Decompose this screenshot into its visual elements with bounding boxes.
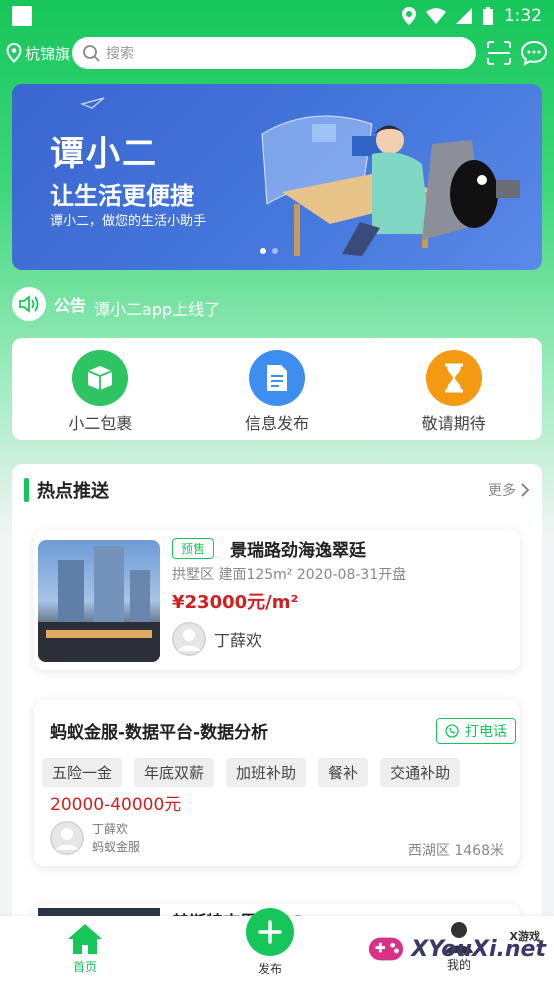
- quick-item-label: 信息发布: [245, 414, 310, 433]
- quick-item-label: 小二包裹: [68, 414, 133, 433]
- avatar: [172, 622, 206, 656]
- benefit-tag: 年底双薪: [134, 758, 215, 787]
- house-info: 拱墅区 建面125m² 2020-08-31开盘: [172, 567, 407, 583]
- hot-title: 热点推送: [37, 481, 109, 502]
- chevron-right-icon: [521, 483, 530, 497]
- tab-publish[interactable]: 发布: [246, 908, 294, 977]
- announcement-label: 公告: [54, 296, 87, 315]
- package-icon: [72, 350, 129, 406]
- notification-icon: [12, 6, 32, 26]
- scan-icon[interactable]: [486, 40, 512, 66]
- title-accent-bar: [24, 478, 29, 502]
- job-location: 西湖区 1468米: [407, 843, 504, 859]
- more-label: 更多: [488, 483, 516, 499]
- house-image: [38, 540, 160, 662]
- company-name: 蚂蚁金服: [92, 840, 141, 854]
- hot-section: 热点推送 更多 预售 景瑞路劲海逸翠廷 拱墅区 建面125m² 2020-08-…: [12, 464, 542, 924]
- location-status-icon: [401, 7, 416, 25]
- status-time: 1:32: [503, 6, 542, 26]
- search-placeholder: 搜索: [106, 46, 134, 62]
- banner-dot[interactable]: [272, 248, 278, 254]
- benefit-tag: 餐补: [318, 758, 369, 787]
- tab-publish-label: 发布: [257, 962, 282, 976]
- header-background: [0, 0, 554, 540]
- house-price: ¥23000元/m²: [172, 592, 299, 613]
- job-poster: 丁薛欢 蚂蚁金服: [50, 820, 140, 856]
- plus-icon: [246, 908, 294, 956]
- quick-item-label: 敬请期待: [421, 414, 486, 433]
- wifi-icon: [425, 8, 446, 24]
- location-pin-icon: [6, 43, 22, 63]
- banner-slogan: 让生活更便捷: [50, 182, 194, 210]
- benefit-tag: 交通补助: [380, 758, 461, 787]
- announcement-bar[interactable]: 公告 谭小二app上线了: [12, 286, 220, 322]
- phone-icon: [445, 724, 459, 738]
- document-icon: [249, 350, 305, 406]
- benefit-tags: 五险一金 年底双薪 加班补助 餐补 交通补助: [42, 758, 520, 787]
- banner-pagination: [260, 248, 278, 254]
- signal-icon: [455, 8, 472, 24]
- benefit-tag: 五险一金: [42, 758, 123, 787]
- watermark: XYouXi.net X游戏: [367, 930, 546, 968]
- promo-banner[interactable]: 谭小二 让生活更便捷 谭小二，做您的生活小助手: [12, 84, 542, 270]
- call-button[interactable]: 打电话: [436, 718, 516, 744]
- banner-title: 谭小二: [50, 134, 158, 174]
- presale-badge: 预售: [172, 538, 215, 559]
- job-title: 蚂蚁金服-数据平台-数据分析: [50, 723, 269, 743]
- quick-item-publish[interactable]: 信息发布: [189, 338, 366, 440]
- watermark-small: X游戏: [509, 930, 540, 943]
- house-name: 景瑞路劲海逸翠廷: [230, 541, 366, 561]
- avatar: [50, 821, 84, 855]
- house-card[interactable]: 预售 景瑞路劲海逸翠廷 拱墅区 建面125m² 2020-08-31开盘 ¥23…: [34, 530, 520, 670]
- announcement-text: 谭小二app上线了: [94, 300, 221, 319]
- house-poster: 丁薛欢: [172, 622, 262, 656]
- benefit-tag: 加班补助: [226, 758, 307, 787]
- banner-subtitle: 谭小二，做您的生活小助手: [50, 214, 207, 229]
- poster-name: 丁薛欢: [92, 822, 129, 836]
- hourglass-icon: [425, 350, 482, 406]
- tab-home[interactable]: 首页: [66, 922, 104, 975]
- more-link[interactable]: 更多: [488, 480, 530, 500]
- quick-item-coming-soon[interactable]: 敬请期待: [365, 338, 542, 440]
- message-icon[interactable]: [520, 40, 548, 66]
- status-bar: 1:32: [0, 0, 554, 32]
- quick-entries: 小二包裹 信息发布 敬请期待: [12, 338, 542, 440]
- quick-item-package[interactable]: 小二包裹: [12, 338, 189, 440]
- tab-home-label: 首页: [72, 960, 97, 974]
- call-label: 打电话: [465, 724, 507, 740]
- speaker-icon: [12, 287, 46, 321]
- search-icon: [83, 45, 100, 62]
- gamepad-logo-icon: [369, 937, 404, 961]
- banner-dot-active[interactable]: [260, 248, 266, 254]
- job-salary: 20000-40000元: [50, 795, 182, 815]
- search-input[interactable]: 搜索: [72, 37, 476, 69]
- location-selector[interactable]: 杭锦旗: [6, 43, 72, 64]
- home-icon: [68, 924, 102, 954]
- hot-header: 热点推送 更多: [12, 464, 542, 516]
- search-row: 杭锦旗 搜索: [0, 36, 554, 70]
- battery-icon: [482, 7, 493, 25]
- location-label: 杭锦旗: [25, 44, 71, 63]
- job-card[interactable]: 蚂蚁金服-数据平台-数据分析 打电话 五险一金 年底双薪 加班补助 餐补 交通补…: [34, 700, 520, 866]
- poster-name: 丁薛欢: [214, 631, 263, 650]
